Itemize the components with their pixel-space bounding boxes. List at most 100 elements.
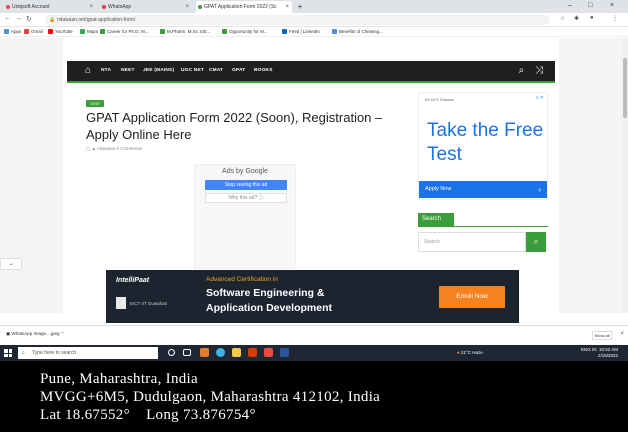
chevron-right-icon: ›	[538, 185, 541, 194]
close-tab-icon[interactable]: ×	[285, 1, 289, 13]
clock-time: 10:52 AM	[598, 347, 618, 352]
nav-link-books[interactable]: BOOKS	[254, 68, 273, 73]
chevron-down-icon[interactable]: ⌄	[0, 258, 22, 270]
nav-link-ugc-net[interactable]: UGC NET	[181, 68, 204, 73]
tab-favicon-icon	[102, 5, 106, 9]
nav-link-nta[interactable]: NTA	[101, 68, 111, 73]
scrollbar-thumb[interactable]	[623, 58, 627, 118]
minimize-icon[interactable]: –	[568, 0, 572, 12]
article-meta: ▢ ▲ nitawaan 0 Comments	[86, 146, 142, 152]
cortana-icon[interactable]	[168, 349, 175, 356]
banner-headline-1: Software Engineering &	[206, 287, 325, 299]
windows-taskbar: ⌕ Type here to search ● 21°C Haze ENG IN…	[0, 345, 628, 361]
menu-icon[interactable]: ⋮	[612, 15, 618, 22]
search-widget-title: Search	[418, 213, 454, 226]
banner-headline-2: Application Development	[206, 302, 333, 314]
browser-tab[interactable]: WhatsApp ×	[100, 1, 192, 13]
bookmarks-bar: Apps Gmail YouTube Maps Career for Ph.D,…	[0, 27, 628, 37]
divider	[418, 226, 548, 227]
word-icon[interactable]	[280, 348, 289, 357]
clock-date: 2/15/2022	[597, 353, 618, 358]
url-field[interactable]: 🔒 nitawaan.net/gpat-application-form/	[45, 15, 550, 25]
new-tab-button[interactable]: +	[294, 1, 306, 13]
app-icon[interactable]	[200, 348, 209, 357]
windows-start-icon[interactable]	[4, 349, 12, 357]
task-view-icon[interactable]	[183, 349, 191, 356]
bookmark-item[interactable]: Maps	[80, 28, 98, 36]
nav-link-jee[interactable]: JEE (MAINS)	[143, 68, 174, 73]
language-indicator: ENG IN	[580, 347, 597, 352]
stop-seeing-ad-button[interactable]: Stop seeing this ad	[205, 180, 287, 190]
bookmark-item[interactable]: Opportunity for M...	[222, 28, 268, 36]
ads-by-google-label: Ads by Google	[222, 168, 268, 175]
nav-link-neet[interactable]: NEET	[121, 68, 135, 73]
close-tab-icon[interactable]: ×	[89, 1, 93, 13]
close-window-icon[interactable]: ×	[610, 0, 614, 12]
search-icon: ⌕	[533, 237, 539, 246]
system-tray[interactable]: ENG IN 10:52 AM 2/15/2022	[581, 347, 618, 359]
why-this-ad-button[interactable]: Why this ad? ⓘ	[205, 193, 287, 203]
bookmark-item[interactable]: Gmail	[24, 28, 43, 36]
tab-favicon-icon	[6, 5, 10, 9]
enroll-now-button[interactable]: Enroll Now	[439, 286, 505, 308]
bookmark-item[interactable]: Benefits of Chewing...	[332, 28, 383, 36]
search-icon[interactable]: ⌕	[519, 65, 525, 76]
address-bar-row: ← → ↻ 🔒 nitawaan.net/gpat-application-fo…	[0, 13, 628, 27]
browser-tab-active[interactable]: GPAT Application Form 2022 (Sc ×	[196, 1, 292, 13]
geotag-city: Pune, Maharashtra, India	[40, 371, 198, 387]
bookmark-item[interactable]: Feed | LinkedIn	[282, 28, 320, 36]
iit-logo-icon	[116, 297, 126, 309]
forward-icon[interactable]: →	[15, 15, 22, 22]
apply-now-button[interactable]: Apply Now ›	[419, 181, 547, 198]
bookmark-item[interactable]: YouTube	[48, 28, 73, 36]
banner-partner: EICT IIT Guwahati	[130, 301, 167, 306]
chevron-up-icon[interactable]: ⌃	[60, 331, 65, 336]
weather-text: 21°C Haze	[460, 350, 483, 355]
star-icon[interactable]: ☆	[560, 15, 565, 22]
tab-favicon-icon	[198, 5, 202, 9]
download-item[interactable]: ▣ WhatsApp Image....jpeg ⌃	[6, 331, 65, 337]
download-filename: WhatsApp Image....jpeg	[11, 331, 60, 336]
search-input[interactable]: Search	[418, 232, 526, 252]
shuffle-icon[interactable]: ⤨	[535, 65, 543, 76]
nav-link-cmat[interactable]: CMAT	[209, 68, 223, 73]
lock-icon: 🔒	[49, 17, 56, 23]
sidebar-ad[interactable]: BYJU'S Classes ▷✕ Take the Free Test App…	[418, 92, 548, 200]
weather-widget[interactable]: ● 21°C Haze	[457, 350, 483, 355]
show-all-button[interactable]: Show all	[592, 331, 612, 340]
download-bar: ▣ WhatsApp Image....jpeg ⌃ Show all ×	[0, 325, 628, 345]
bookmark-item[interactable]: M.Pharm, M.Sc Job...	[160, 28, 210, 36]
taskbar-search-input[interactable]: ⌕ Type here to search	[18, 347, 158, 359]
search-icon: ⌕	[22, 350, 25, 356]
browser-tab-strip: Uniqsoft Account × WhatsApp × GPAT Appli…	[0, 0, 628, 13]
apply-now-label: Apply Now	[425, 186, 452, 192]
bookmark-item[interactable]: Career for Ph.D, M...	[100, 28, 149, 36]
search-button[interactable]: ⌕	[526, 232, 546, 252]
office-icon[interactable]	[248, 348, 257, 357]
browser-tab[interactable]: Uniqsoft Account ×	[4, 1, 96, 13]
back-icon[interactable]: ←	[4, 15, 11, 22]
maximize-icon[interactable]: □	[588, 0, 592, 12]
ad-choices-icon[interactable]: ▷✕	[536, 95, 544, 101]
category-badge[interactable]: GPAT	[86, 100, 104, 107]
tab-label: GPAT Application Form 2022 (Sc	[204, 4, 277, 10]
article-title: GPAT Application Form 2022 (Soon), Regis…	[86, 110, 383, 142]
chrome-icon[interactable]	[216, 348, 225, 357]
close-icon[interactable]: ×	[620, 331, 624, 337]
pdf-icon[interactable]	[264, 348, 273, 357]
home-icon[interactable]: ⌂	[85, 65, 91, 76]
extensions-icon[interactable]: ✱	[574, 15, 579, 22]
site-nav-bar: ⌂ NTA NEET JEE (MAINS) UGC NET CMAT GPAT…	[67, 61, 555, 83]
banner-kicker: Advanced Certification in	[206, 276, 278, 283]
close-tab-icon[interactable]: ×	[185, 1, 189, 13]
geotag-caption: Pune, Maharashtra, India MVGG+6M5, Dudul…	[0, 361, 628, 432]
profile-icon[interactable]: ●	[590, 15, 594, 21]
geotag-address: MVGG+6M5, Dudulgaon, Maharashtra 412102,…	[40, 389, 381, 405]
ad-advertiser: BYJU'S Classes	[425, 97, 454, 102]
url-text: nitawaan.net/gpat-application-form/	[57, 17, 136, 23]
banner-ad[interactable]: IntelliPaat EICT IIT Guwahati Advanced C…	[106, 270, 519, 323]
reload-icon[interactable]: ↻	[26, 15, 32, 23]
file-explorer-icon[interactable]	[232, 348, 241, 357]
nav-link-gpat[interactable]: GPAT	[232, 68, 245, 73]
bookmark-item[interactable]: Apps	[4, 28, 21, 36]
